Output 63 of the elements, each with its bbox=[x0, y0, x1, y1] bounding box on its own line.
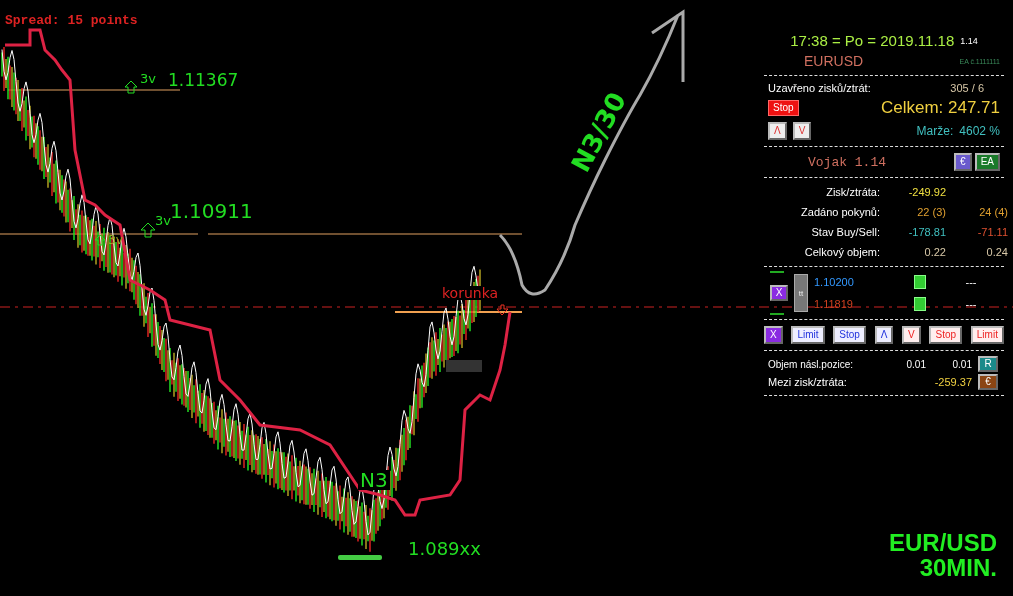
order-price: 1.11819 bbox=[814, 298, 854, 310]
order-button[interactable]: Stop bbox=[833, 326, 866, 344]
order-button[interactable]: Λ bbox=[874, 326, 894, 344]
status-light bbox=[914, 297, 926, 311]
interim-label: Mezi zisk/ztráta: bbox=[768, 376, 848, 388]
interim-value: -259.37 bbox=[934, 376, 972, 388]
margin-label: Marže: bbox=[916, 124, 954, 138]
low-price-label: 1.089xx bbox=[408, 540, 481, 558]
shaded-block bbox=[446, 360, 482, 372]
arrow-up-icon bbox=[140, 222, 156, 238]
bot-name: Vojak 1.14 bbox=[808, 154, 886, 170]
ea-button[interactable]: EA bbox=[974, 153, 1000, 171]
arrow-label: 3v bbox=[140, 72, 156, 85]
pattern-label: N3 bbox=[358, 470, 390, 490]
stop-button[interactable]: Stop bbox=[768, 100, 799, 116]
stat-value: 0.22 bbox=[924, 246, 946, 258]
stat-label: Stav Buy/Sell: bbox=[811, 226, 880, 238]
euro-button[interactable]: € bbox=[954, 153, 972, 171]
arrow-up-icon bbox=[124, 80, 138, 94]
next-volume-value: 0.01 bbox=[952, 358, 972, 370]
order-price: 1.10200 bbox=[814, 276, 855, 288]
status-light bbox=[914, 275, 926, 289]
symbol-label: EURUSD bbox=[804, 53, 864, 69]
date-time: 17:38 = Po = 2019.11.18 bbox=[790, 32, 955, 49]
closed-label: Uzavřeno zisků/ztrát: bbox=[768, 82, 871, 94]
closed-value: 305 / 6 bbox=[950, 82, 984, 94]
up-button[interactable]: Λ bbox=[768, 122, 787, 140]
stat-value: 24 (4) bbox=[979, 206, 1008, 218]
order-button[interactable]: Limit bbox=[791, 326, 825, 344]
total-label: Celkem: 247.71 bbox=[880, 98, 1000, 118]
order-button[interactable]: Stop bbox=[929, 326, 963, 344]
margin-value: 4602 % bbox=[959, 124, 1000, 138]
euro-button[interactable]: € bbox=[978, 374, 998, 390]
down-button[interactable]: V bbox=[792, 122, 812, 140]
arrow-label: 3v bbox=[108, 234, 123, 246]
stat-value: -249.92 bbox=[908, 186, 946, 198]
arrow-label: 3v bbox=[155, 214, 171, 227]
timeframe-label: 30MIN. bbox=[919, 554, 997, 580]
stat-label: Celkový objem: bbox=[804, 246, 880, 258]
price-level: 1.10911 bbox=[170, 201, 253, 221]
marker-bar bbox=[338, 555, 382, 560]
order-status: --- bbox=[965, 276, 977, 288]
arrow-down-icon bbox=[496, 304, 509, 316]
next-volume-label: Objem násl.pozice: bbox=[768, 358, 855, 370]
reset-button[interactable]: R bbox=[978, 356, 998, 372]
version-label: 1.14 bbox=[960, 35, 978, 46]
price-level: 1.11367 bbox=[168, 72, 239, 89]
order-button[interactable]: Limit bbox=[970, 326, 1004, 344]
order-button[interactable]: X bbox=[764, 326, 783, 344]
close-button[interactable]: X bbox=[770, 285, 788, 301]
slider-handle[interactable]: tt bbox=[794, 274, 808, 312]
stat-label: Zadáno pokynů: bbox=[801, 206, 880, 218]
next-volume-value: 0.01 bbox=[906, 358, 926, 370]
stat-value: 22 (3) bbox=[917, 206, 946, 218]
stat-label: Zisk/ztráta: bbox=[826, 186, 880, 198]
spread-label: Spread: 15 points bbox=[5, 14, 138, 27]
stat-value: 0.24 bbox=[986, 246, 1008, 258]
order-button[interactable]: V bbox=[902, 326, 921, 344]
stat-value: -71.11 bbox=[977, 226, 1008, 238]
stat-value: -178.81 bbox=[908, 226, 946, 238]
order-status: --- bbox=[965, 298, 977, 310]
arrow-up-icon bbox=[94, 234, 106, 246]
pair-label: EUR/USD bbox=[889, 529, 997, 555]
